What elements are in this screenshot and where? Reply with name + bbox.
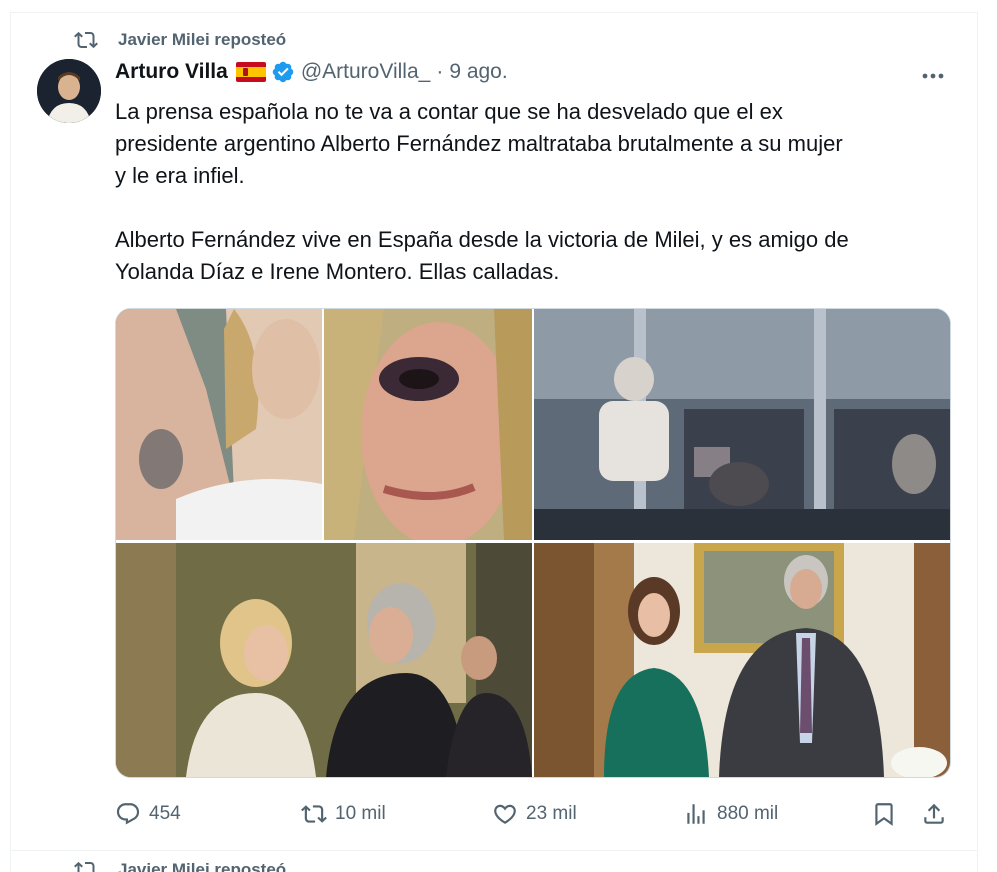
text-line: presidente argentino Alberto Fernández m… [115, 131, 843, 156]
verified-badge-icon [272, 61, 294, 83]
separator: · [436, 60, 444, 83]
text-line: Alberto Fernández vive en España desde l… [115, 227, 849, 252]
photo-irene-montero-alberto-fernandez[interactable] [534, 543, 950, 777]
bookmark-icon [875, 803, 893, 826]
author-handle[interactable]: @ArturoVilla_ [301, 60, 431, 84]
repost-context[interactable]: Javier Milei reposteó [74, 28, 286, 52]
avatar[interactable] [37, 59, 101, 123]
repost-button[interactable]: 10 mil [301, 796, 386, 832]
repost-icon [74, 31, 98, 49]
photo-security-camera[interactable] [534, 309, 950, 540]
like-button[interactable]: 23 mil [492, 796, 577, 832]
repost-icon [74, 861, 95, 872]
bookmark-button[interactable] [871, 796, 897, 832]
reply-count: 454 [149, 803, 181, 824]
author-name[interactable]: Arturo Villa [115, 60, 228, 84]
repost-count: 10 mil [335, 803, 386, 824]
views-button[interactable]: 880 mil [683, 796, 778, 832]
views-count: 880 mil [717, 803, 779, 824]
repost-icon [301, 805, 327, 823]
heart-icon [494, 804, 516, 824]
tweet-date[interactable]: 9 ago. [449, 60, 507, 84]
views-chart-icon [687, 804, 705, 824]
tweet-text: La prensa española no te va a contar que… [115, 96, 955, 288]
timeline: Javier Milei reposteó Arturo Villa @Artu… [0, 0, 997, 872]
reply-button[interactable]: 454 [115, 796, 181, 832]
avatar-image [37, 59, 101, 123]
repost-label: Javier Milei reposteó [118, 30, 287, 49]
text-line: La prensa española no te va a contar que… [115, 99, 783, 124]
more-options-icon[interactable] [918, 64, 948, 88]
repost-label: Javier Milei reposteó [118, 860, 287, 872]
share-icon [924, 803, 944, 824]
text-line: Yolanda Díaz e Irene Montero. Ellas call… [115, 259, 560, 284]
photo-black-eye[interactable] [324, 309, 532, 540]
photo-bruised-arm[interactable] [116, 309, 322, 540]
share-button[interactable] [921, 796, 947, 832]
text-line: y le era infiel. [115, 163, 245, 188]
reply-icon [116, 803, 140, 825]
media-grid [115, 308, 951, 778]
photo-yolanda-diaz-alberto-fernandez[interactable] [116, 543, 532, 777]
tweet-actions: 454 10 mil 23 mil 880 mil [115, 796, 955, 832]
spain-flag-icon [235, 62, 266, 82]
like-count: 23 mil [526, 803, 577, 824]
next-repost-context[interactable]: Javier Milei reposteó [74, 858, 286, 872]
tweet-header: Arturo Villa @ArturoVilla_ · 9 ago. [115, 60, 508, 84]
